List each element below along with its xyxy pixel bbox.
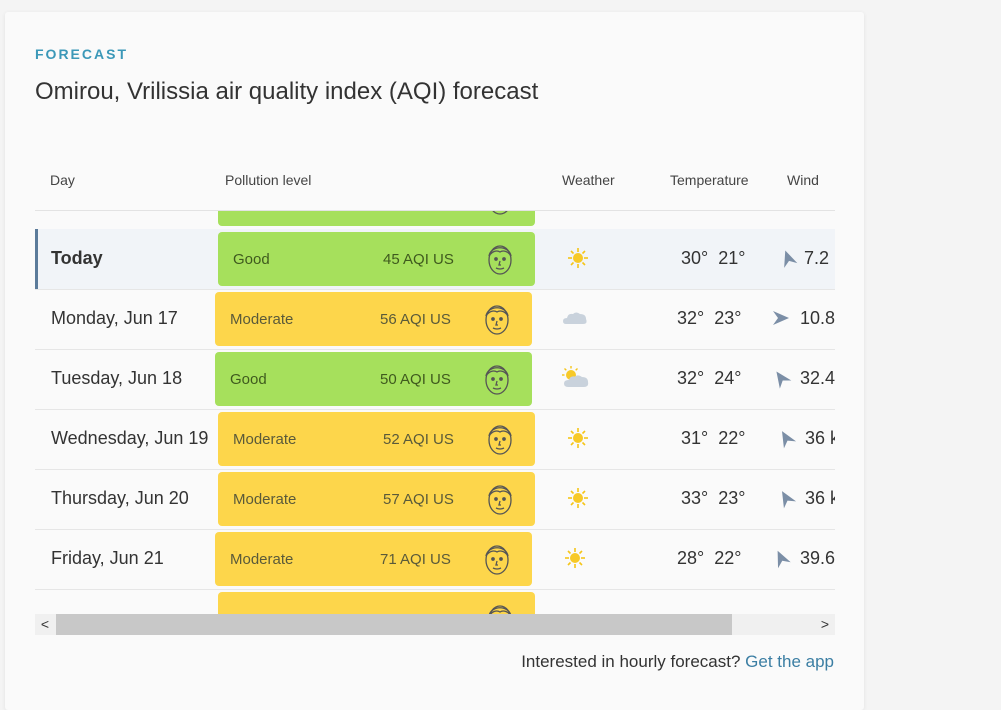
table-row[interactable]: Thursday, Jun 20 Moderate 57 AQI US 33° 23° 3… bbox=[35, 469, 835, 530]
sun-icon bbox=[563, 425, 593, 451]
forecast-card: FORECAST Omirou, Vrilissia air quality i… bbox=[5, 12, 864, 710]
scroll-thumb[interactable] bbox=[56, 614, 732, 635]
row-day: Thursday, Jun 20 bbox=[51, 488, 189, 508]
row-day: Wednesday, Jun 19 bbox=[51, 428, 209, 448]
wind-speed: 7.2 km/h bbox=[804, 248, 835, 268]
temp-low: 21° bbox=[718, 248, 746, 268]
pollution-level: Moderate bbox=[230, 311, 294, 328]
footer-promo: Interested in hourly forecast? Get the a… bbox=[521, 652, 834, 672]
table-row[interactable]: Wednesday, Jun 19 Moderate 52 AQI US 31° 22°… bbox=[35, 409, 835, 470]
face-icon bbox=[481, 359, 513, 399]
wind-speed: 36 km/h bbox=[805, 428, 835, 448]
temp-low: 22° bbox=[714, 548, 742, 568]
temp-high: 30° bbox=[681, 248, 709, 268]
face-icon bbox=[484, 599, 516, 615]
pollution-pill: Good 50 AQI US bbox=[215, 352, 532, 406]
sun-icon bbox=[563, 245, 593, 271]
pollution-level: Good bbox=[233, 251, 270, 268]
today-indicator bbox=[35, 229, 38, 289]
pollution-pill bbox=[218, 592, 535, 615]
face-icon bbox=[484, 211, 516, 219]
table-row-partial bbox=[35, 589, 835, 615]
row-day: Monday, Jun 17 bbox=[51, 308, 178, 328]
table-row[interactable]: Tuesday, Jun 18 Good 50 AQI US 32° 24° 32.4 k… bbox=[35, 349, 835, 410]
partly-cloudy-icon bbox=[560, 365, 590, 391]
sun-icon bbox=[560, 545, 590, 571]
face-icon bbox=[481, 539, 513, 579]
temperature: 33° 23° bbox=[681, 488, 745, 509]
temp-low: 23° bbox=[714, 308, 742, 328]
wind-direction-icon bbox=[772, 310, 790, 326]
temp-high: 32° bbox=[677, 368, 705, 388]
cloud-icon bbox=[560, 305, 590, 331]
aqi-value: 50 AQI US bbox=[380, 371, 451, 388]
column-weather: Weather bbox=[562, 172, 615, 188]
row-day: Friday, Jun 21 bbox=[51, 548, 164, 568]
scroll-right-arrow[interactable]: > bbox=[815, 614, 835, 635]
table-row[interactable]: Monday, Jun 17 Moderate 56 AQI US 32° 23° 10.… bbox=[35, 289, 835, 350]
face-icon bbox=[481, 299, 513, 339]
pollution-pill bbox=[218, 211, 535, 226]
temperature: 31° 22° bbox=[681, 428, 745, 449]
wind-speed: 10.8 km/h bbox=[800, 308, 835, 328]
pollution-level: Moderate bbox=[233, 491, 297, 508]
section-label: FORECAST bbox=[35, 46, 128, 62]
aqi-value: 71 AQI US bbox=[380, 551, 451, 568]
pollution-level: Good bbox=[230, 371, 267, 388]
aqi-value: 52 AQI US bbox=[383, 431, 454, 448]
pollution-pill: Moderate 52 AQI US bbox=[218, 412, 535, 466]
column-day: Day bbox=[50, 172, 75, 188]
wind-direction-icon bbox=[775, 486, 798, 510]
sun-icon bbox=[563, 485, 593, 511]
temp-high: 31° bbox=[681, 428, 709, 448]
wind-speed: 36 km/h bbox=[805, 488, 835, 508]
aqi-value: 57 AQI US bbox=[383, 491, 454, 508]
temp-low: 23° bbox=[718, 488, 746, 508]
forecast-table[interactable]: Today Good 45 AQI US 30° 21° 7.2 km/h Monday, … bbox=[35, 210, 835, 615]
table-row[interactable]: Today Good 45 AQI US 30° 21° 7.2 km/h bbox=[35, 229, 835, 290]
temp-low: 22° bbox=[718, 428, 746, 448]
aqi-value: 56 AQI US bbox=[380, 311, 451, 328]
wind-speed: 32.4 km/h bbox=[800, 368, 835, 388]
temperature: 32° 23° bbox=[677, 308, 741, 329]
temperature: 32° 24° bbox=[677, 368, 741, 389]
pollution-pill: Moderate 71 AQI US bbox=[215, 532, 532, 586]
pollution-level: Moderate bbox=[233, 431, 297, 448]
face-icon bbox=[484, 239, 516, 279]
table-row-partial bbox=[35, 211, 835, 230]
row-day: Today bbox=[51, 248, 103, 268]
temp-high: 28° bbox=[677, 548, 705, 568]
pollution-level: Moderate bbox=[230, 551, 294, 568]
footer-text: Interested in hourly forecast? bbox=[521, 652, 741, 671]
wind-speed: 39.6 km/h bbox=[800, 548, 835, 568]
temp-high: 32° bbox=[677, 308, 705, 328]
face-icon bbox=[484, 479, 516, 519]
wind-direction-icon bbox=[770, 546, 792, 569]
temperature: 30° 21° bbox=[681, 248, 745, 269]
wind-direction-icon bbox=[769, 366, 792, 390]
scroll-left-arrow[interactable]: < bbox=[35, 614, 55, 635]
table-row[interactable]: Friday, Jun 21 Moderate 71 AQI US 28° 22° 39.… bbox=[35, 529, 835, 590]
page-title: Omirou, Vrilissia air quality index (AQI… bbox=[35, 78, 539, 105]
wind-direction-icon bbox=[775, 426, 798, 450]
column-pollution: Pollution level bbox=[225, 172, 312, 188]
column-temperature: Temperature bbox=[670, 172, 749, 188]
temp-low: 24° bbox=[714, 368, 742, 388]
pollution-pill: Moderate 56 AQI US bbox=[215, 292, 532, 346]
horizontal-scrollbar[interactable]: < > bbox=[35, 614, 835, 635]
temp-high: 33° bbox=[681, 488, 709, 508]
pollution-pill: Moderate 57 AQI US bbox=[218, 472, 535, 526]
wind-direction-icon bbox=[777, 247, 798, 269]
row-day: Tuesday, Jun 18 bbox=[51, 368, 183, 388]
column-wind: Wind bbox=[787, 172, 819, 188]
aqi-value: 45 AQI US bbox=[383, 251, 454, 268]
get-app-link[interactable]: Get the app bbox=[745, 652, 834, 671]
face-icon bbox=[484, 419, 516, 459]
pollution-pill: Good 45 AQI US bbox=[218, 232, 535, 286]
temperature: 28° 22° bbox=[677, 548, 741, 569]
